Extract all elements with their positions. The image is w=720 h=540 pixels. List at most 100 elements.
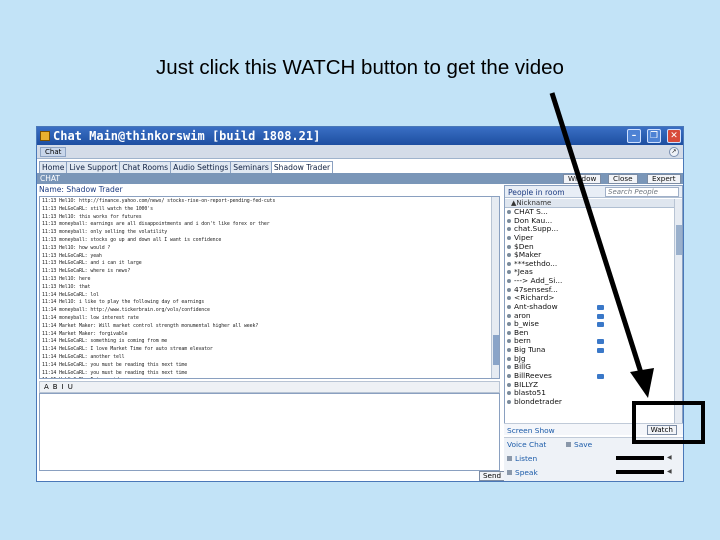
speak-speaker-icon: ◀	[667, 468, 672, 475]
chat-message: 11:13 moneyball: only selling the volati…	[42, 229, 168, 236]
search-people-input[interactable]: Search People	[605, 187, 679, 197]
format-toolbar: ABIU	[39, 381, 500, 393]
chat-message: 11:13 Hel1O: this works for futures	[42, 213, 142, 220]
save-icon	[566, 442, 571, 447]
status-icon	[507, 218, 511, 223]
title-bar[interactable]: Chat Main@thinkorswim [build 1808.21] – …	[37, 127, 683, 145]
chat-message: 11:13 HeLGoCaRL: where is news?	[42, 268, 131, 275]
chat-message: 11:14 Market Maker: forgivable	[42, 330, 128, 337]
person-row[interactable]: Big Tuna	[505, 345, 675, 355]
chat-message: 11:14 HeLGoCaRL: you must be reading thi…	[42, 369, 188, 376]
save-voice-button[interactable]: Save	[566, 440, 592, 449]
people-panel: People in room Search People ▲Nickname C…	[504, 185, 683, 431]
chat-message: 11:13 Hel1O: how would ?	[42, 244, 111, 251]
webcam-icon[interactable]	[597, 348, 604, 353]
speak-volume-meter[interactable]	[616, 470, 664, 474]
status-icon	[507, 330, 511, 335]
tab-seminars[interactable]: Seminars	[230, 161, 272, 173]
status-icon	[507, 244, 511, 249]
status-icon	[507, 391, 511, 396]
chat-label: CHAT	[40, 174, 61, 183]
message-input[interactable]	[39, 393, 500, 471]
format-u-icon[interactable]: U	[68, 383, 73, 391]
annotation-highlight-box	[632, 401, 705, 444]
tab-home[interactable]: Home	[39, 161, 68, 173]
minimize-icon[interactable]: –	[627, 129, 641, 143]
webcam-icon[interactable]	[597, 339, 604, 345]
webcam-icon[interactable]	[597, 322, 604, 328]
status-icon	[507, 313, 511, 318]
status-icon	[507, 210, 511, 214]
tab-shadow-trader[interactable]: Shadow Trader	[270, 161, 334, 173]
status-icon	[507, 253, 511, 258]
chat-message: 11:13 HeLGoCaRL: yeah	[42, 252, 102, 259]
status-icon	[507, 235, 511, 240]
expert-button[interactable]: Expert	[647, 174, 681, 184]
chat-message: 11:13 HeLGoCaRL: still watch the 1000's	[42, 205, 153, 212]
listen-volume-meter[interactable]	[616, 456, 664, 460]
status-icon	[507, 322, 511, 327]
status-icon	[507, 365, 511, 370]
chat-message: 11:14 HeLGoCaRL: lol	[42, 291, 99, 298]
app-icon	[40, 131, 50, 141]
chat-message: 11:14 HeLGoCaRL: you must be reading thi…	[42, 361, 188, 368]
chat-message: 11:13 moneyball: stocks go up and down a…	[42, 236, 222, 243]
chat-window: Chat Main@thinkorswim [build 1808.21] – …	[36, 126, 684, 482]
popout-icon[interactable]: ↗	[669, 147, 679, 157]
listen-speaker-icon: ◀	[667, 454, 672, 461]
window-button[interactable]: Window	[563, 174, 602, 184]
send-button[interactable]: Send	[479, 471, 506, 481]
listen-icon	[507, 456, 512, 461]
people-scrollbar[interactable]: ▼	[674, 199, 682, 430]
webcam-icon[interactable]	[597, 373, 604, 379]
close-icon[interactable]: ✕	[667, 129, 681, 143]
status-icon	[507, 356, 511, 361]
room-name: Name: Shadow Trader	[39, 185, 123, 194]
chat-header-bar: CHAT Window Close Expert	[37, 173, 683, 184]
chat-message: 11:14 moneyball: low interest rate	[42, 314, 139, 321]
speak-button[interactable]: Speak	[507, 468, 538, 477]
chat-message: 11:15 HeLGoCaRL: I too said	[42, 377, 490, 378]
voice-chat-label: Voice Chat	[507, 440, 547, 449]
chat-message: 11:13 Hel1O: here	[42, 275, 91, 282]
window-title: Chat Main@thinkorswim [build 1808.21]	[53, 129, 321, 143]
chat-message: 11:13 Hel1O: that	[42, 283, 91, 290]
listen-button[interactable]: Listen	[507, 454, 537, 463]
chat-message: 11:14 HeLGoCaRL: another tell	[42, 353, 125, 360]
status-icon	[507, 373, 511, 378]
webcam-icon[interactable]	[597, 304, 604, 310]
person-name: blondetrader	[514, 396, 562, 406]
screen-show-label: Screen Show	[507, 426, 555, 435]
tab-bar: Home Live Support Chat Rooms Audio Settings…	[39, 161, 334, 173]
status-icon	[507, 399, 511, 404]
chat-chip[interactable]: Chat	[40, 147, 67, 157]
chat-log[interactable]: 11:13 Hel1O: http://finance.yahoo.com/ne…	[39, 196, 500, 379]
webcam-icon[interactable]	[597, 313, 604, 319]
status-icon	[507, 348, 511, 352]
chat-message: 11:14 HeLGoCaRL: something is coming fro…	[42, 338, 168, 345]
chat-message: 11:13 Hel1O: http://finance.yahoo.com/ne…	[42, 198, 276, 204]
status-icon	[507, 279, 511, 283]
status-icon	[507, 339, 511, 344]
chat-message: 11:14 Market Maker: Will market control …	[42, 322, 259, 329]
status-icon	[507, 270, 511, 275]
status-icon	[507, 382, 511, 387]
format-a-icon[interactable]: A	[44, 383, 49, 391]
chat-message: 11:14 HeLGoCaRL: I love Market Time for …	[42, 346, 213, 353]
status-icon	[507, 296, 511, 301]
chat-log-scrollbar[interactable]	[491, 197, 499, 378]
format-i-icon[interactable]: I	[62, 383, 64, 391]
chat-message: 11:13 HeLGoCaRL: and i can it large	[42, 260, 142, 267]
tab-live-support[interactable]: Live Support	[66, 161, 121, 173]
chat-message: 11:13 moneyball: earnings are all disapp…	[42, 221, 270, 228]
chat-message: 11:14 Hel1O: i like to play the followin…	[42, 299, 205, 306]
format-b-icon[interactable]: B	[53, 383, 58, 391]
status-icon	[507, 287, 511, 292]
speak-icon	[507, 470, 512, 475]
maximize-icon[interactable]: ❐	[647, 129, 661, 143]
tab-chat-rooms[interactable]: Chat Rooms	[119, 161, 172, 173]
person-row[interactable]: b_wise	[505, 320, 675, 329]
tab-audio-settings[interactable]: Audio Settings	[170, 161, 232, 173]
people-title: People in room	[508, 188, 565, 197]
close-button[interactable]: Close	[608, 174, 638, 184]
